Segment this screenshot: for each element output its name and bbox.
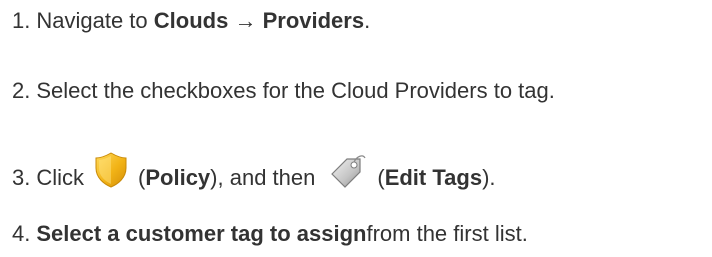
edit-tags-label: Edit Tags (384, 165, 483, 190)
paren-open: ( (138, 165, 146, 190)
step-navigate: 1. Navigate to Clouds → Providers. (12, 8, 370, 34)
arrow: → (234, 8, 257, 33)
step-select-tag: 4. Select a customer tag to assign from t… (12, 221, 528, 247)
step-number: 3. (12, 165, 31, 190)
step-select-checkboxes: 2. Select the checkboxes for the Cloud P… (12, 78, 555, 104)
step-text: Navigate to (36, 8, 148, 33)
click-text: Click (36, 165, 85, 190)
step-number: 4. (12, 221, 31, 246)
shield-icon (94, 151, 128, 189)
step-number: 1. (12, 8, 31, 33)
menu-clouds: Clouds (153, 8, 229, 33)
step-text: from the first list. (366, 221, 528, 246)
paren-open: ( (377, 165, 385, 190)
step-text: Select the checkboxes for the Cloud Prov… (36, 78, 555, 103)
select-tag-instruction: Select a customer tag to assign (36, 221, 367, 246)
paren-close: ). (482, 165, 496, 190)
and-then-text: ), and then (210, 165, 316, 190)
menu-providers: Providers (262, 8, 365, 33)
policy-label: Policy (145, 165, 211, 190)
step-click-policy: 3. Click (Policy), and then (Edit Tags … (12, 152, 496, 198)
tag-icon (327, 152, 367, 192)
step-number: 2. (12, 78, 31, 103)
period: . (364, 8, 371, 33)
